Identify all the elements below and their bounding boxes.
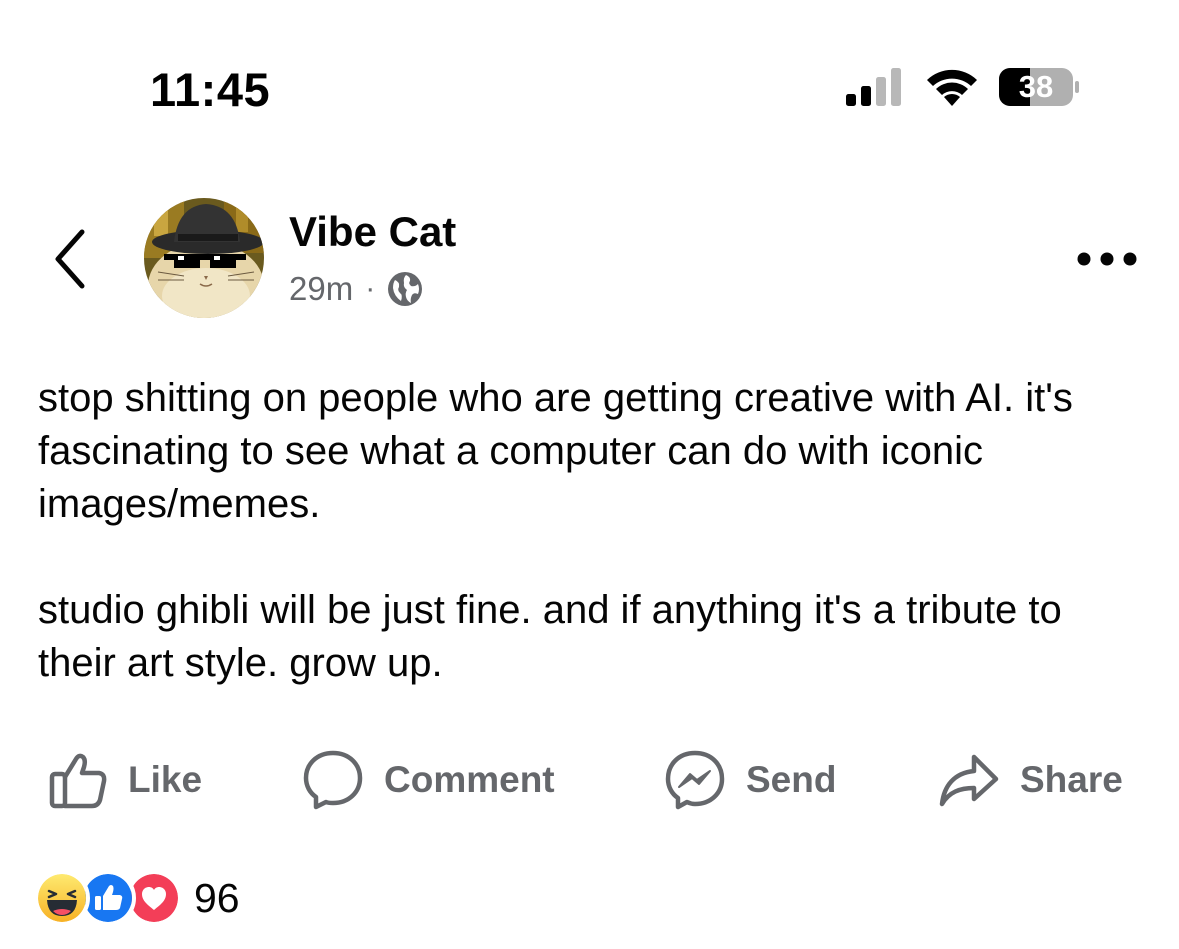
post-timestamp[interactable]: 29m — [289, 270, 353, 308]
share-label: Share — [1020, 759, 1123, 800]
thumbs-up-icon — [49, 753, 107, 809]
send-button[interactable]: Send — [664, 740, 836, 820]
wifi-icon — [927, 69, 977, 106]
author-avatar[interactable] — [144, 198, 264, 318]
reaction-icons — [34, 870, 182, 926]
cat-avatar-illustration — [144, 198, 264, 318]
more-options-icon[interactable] — [1076, 244, 1138, 274]
cellular-signal-icon — [846, 68, 901, 106]
comment-button[interactable]: Comment — [302, 740, 555, 820]
globe-icon — [388, 272, 423, 306]
reaction-summary[interactable]: 96 — [34, 868, 240, 928]
post-paragraph: studio ghibli will be just fine. and if … — [38, 588, 1062, 685]
share-arrow-icon — [939, 754, 999, 807]
battery-indicator: 38 — [998, 67, 1080, 107]
like-label: Like — [128, 759, 203, 800]
back-chevron-icon[interactable] — [46, 226, 96, 292]
share-button[interactable]: Share — [938, 740, 1123, 820]
send-label: Send — [746, 759, 837, 800]
status-time: 11:45 — [150, 63, 271, 116]
meta-separator: · — [365, 272, 376, 305]
post-body: stop shitting on people who are getting … — [38, 372, 1148, 690]
status-bar: 11:45 38 — [0, 0, 1179, 170]
messenger-icon — [665, 750, 725, 810]
post-action-bar: Like Comment Send Share — [0, 740, 1179, 820]
haha-reaction-icon — [34, 870, 90, 926]
like-button[interactable]: Like — [48, 740, 202, 820]
battery-level-text: 38 — [1018, 69, 1054, 104]
author-name[interactable]: Vibe Cat — [289, 208, 456, 256]
post-meta: 29m · — [289, 268, 423, 310]
post-paragraph: stop shitting on people who are getting … — [38, 376, 1073, 526]
reaction-count: 96 — [194, 874, 240, 921]
comment-bubble-icon — [303, 750, 363, 810]
comment-label: Comment — [384, 759, 555, 800]
